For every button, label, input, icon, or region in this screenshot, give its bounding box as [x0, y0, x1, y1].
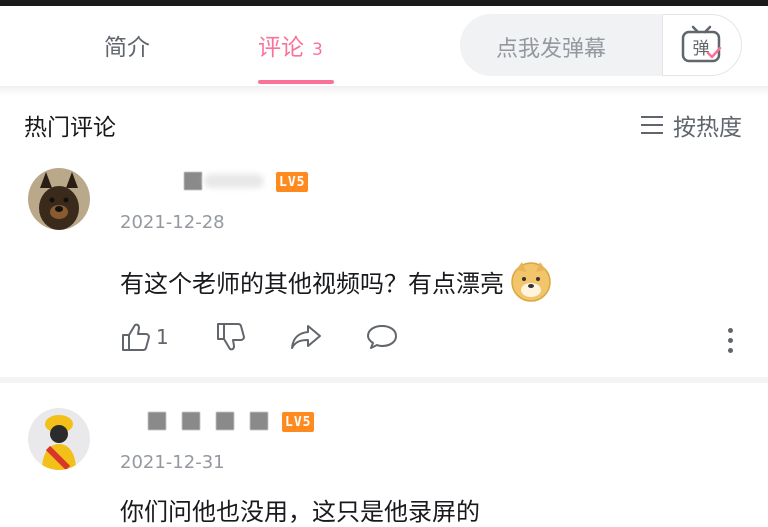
hot-comments-title: 热门评论 [24, 115, 116, 141]
share-icon [290, 325, 321, 349]
level-badge: LV5 [276, 172, 309, 192]
comments-count: 3 [312, 40, 323, 60]
danmaku-input-box[interactable]: 点我发弹幕 弹 [460, 14, 742, 76]
sort-label: 按热度 [673, 115, 742, 141]
comment-bubble-icon [366, 325, 397, 349]
share-button[interactable] [289, 322, 323, 352]
doge-emoji-icon [511, 262, 551, 302]
comment-divider [0, 377, 768, 383]
tab-comments-label: 评论 [258, 35, 304, 61]
dog-avatar-icon [28, 168, 90, 230]
danmaku-toggle-button[interactable]: 弹 [662, 14, 742, 76]
character-avatar-icon [28, 408, 90, 470]
danmaku-button-label: 弹 [693, 39, 710, 59]
comment-item: LV5 2021-12-31 你们问他也没用，这只是他录屏的 [0, 390, 768, 526]
avatar[interactable] [28, 408, 90, 470]
tab-intro[interactable]: 简介 [104, 28, 150, 62]
sort-icon [641, 116, 663, 134]
sort-button[interactable]: 按热度 [641, 108, 742, 142]
active-tab-indicator [258, 80, 334, 84]
comment-date: 2021-12-28 [120, 212, 225, 233]
level-badge: LV5 [282, 412, 315, 432]
comment-actions: 1 [120, 322, 431, 352]
more-dot-icon [728, 328, 733, 333]
comment-text: 有这个老师的其他视频吗？有点漂亮 [120, 260, 552, 302]
danmaku-input[interactable]: 点我发弹幕 [496, 31, 606, 63]
username-masked[interactable] [148, 172, 264, 190]
comment-text-body: 有这个老师的其他视频吗？有点漂亮 [120, 269, 504, 298]
reply-button[interactable] [365, 322, 399, 352]
comment-date: 2021-12-31 [120, 452, 225, 473]
dislike-button[interactable] [215, 322, 247, 352]
comment-item: LV5 2021-12-28 有这个老师的其他视频吗？有点漂亮 1 [0, 150, 768, 375]
tab-bar: 简介 评论 3 点我发弹幕 弹 [0, 6, 768, 86]
avatar[interactable] [28, 168, 90, 230]
header-shadow [0, 86, 768, 96]
thumbs-up-icon [122, 323, 150, 351]
like-button[interactable]: 1 [120, 322, 169, 352]
tab-comments[interactable]: 评论 3 [258, 28, 323, 62]
like-count: 1 [156, 325, 169, 349]
more-options-button[interactable] [728, 328, 734, 353]
danmaku-icon: 弹 [681, 25, 722, 63]
thumbs-down-icon [216, 323, 245, 351]
username-masked[interactable] [148, 412, 268, 430]
